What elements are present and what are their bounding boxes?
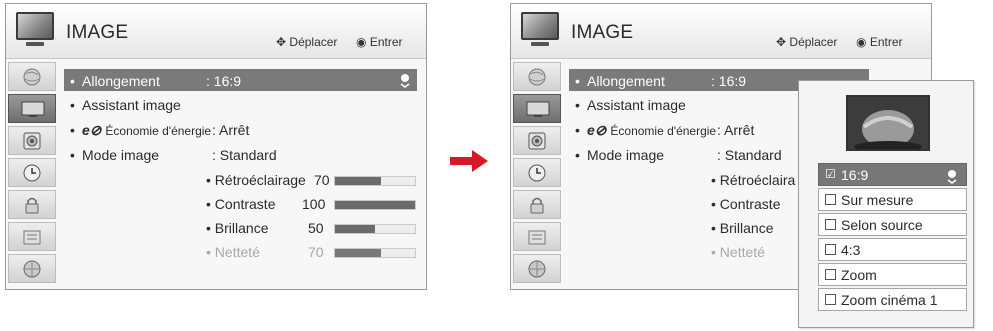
checkbox-icon bbox=[825, 194, 836, 205]
sidebar-item-picture[interactable] bbox=[8, 94, 56, 123]
contrast-label: • Contraste bbox=[206, 196, 276, 212]
contrast-label: • Contraste bbox=[711, 196, 781, 212]
network-icon bbox=[23, 260, 41, 278]
globe-icon bbox=[23, 68, 41, 86]
enter-hint: ◉ Entrer bbox=[356, 35, 403, 49]
four-way-arrow-icon: ✥ bbox=[776, 35, 787, 49]
checkbox-icon bbox=[825, 269, 836, 280]
sidebar-item-audio[interactable] bbox=[8, 126, 56, 155]
checkbox-icon bbox=[825, 219, 836, 230]
picture-menu-before: IMAGE ✥ Déplacer ◉ Entrer • Allongement … bbox=[5, 3, 427, 290]
tv-picture-icon bbox=[16, 12, 54, 52]
menu-title: IMAGE bbox=[571, 22, 634, 43]
globe-icon bbox=[528, 68, 546, 86]
sharpness-slider[interactable] bbox=[334, 248, 416, 258]
backlight-label: • Rétroéclaira bbox=[711, 172, 796, 188]
sharpness-label: • Netteté bbox=[206, 244, 260, 260]
up-down-scroll-icon bbox=[947, 170, 957, 184]
sharpness-value: 70 bbox=[308, 244, 324, 260]
option-16-9[interactable]: ☑ 16:9 bbox=[818, 163, 967, 186]
sidebar-item-time[interactable] bbox=[8, 158, 56, 187]
sidebar-item-setup[interactable] bbox=[8, 62, 56, 91]
setting-aspect-ratio[interactable]: • Allongement : 16:9 bbox=[64, 69, 417, 91]
sidebar-item-picture[interactable] bbox=[513, 94, 561, 123]
option-zoom[interactable]: Zoom bbox=[818, 263, 967, 286]
option-4-3[interactable]: 4:3 bbox=[818, 238, 967, 261]
contrast-slider[interactable] bbox=[334, 200, 416, 210]
screen-icon bbox=[526, 101, 550, 117]
enter-button-icon: ◉ bbox=[356, 35, 367, 49]
clock-icon bbox=[528, 164, 546, 182]
options-icon bbox=[528, 230, 546, 245]
backlight-label: • Rétroéclairage bbox=[206, 172, 306, 188]
menu-title: IMAGE bbox=[66, 22, 129, 43]
category-sidebar bbox=[513, 62, 561, 286]
move-hint: ✥ Déplacer bbox=[276, 35, 338, 49]
checkbox-icon bbox=[825, 294, 836, 305]
clock-icon bbox=[23, 164, 41, 182]
eco-icon: e⊘ bbox=[587, 122, 611, 138]
screen-icon bbox=[21, 101, 45, 117]
brightness-value: 50 bbox=[308, 220, 324, 236]
aspect-preview-image bbox=[846, 95, 930, 153]
enter-hint: ◉ Entrer bbox=[856, 35, 903, 49]
checked-checkbox-icon: ☑ bbox=[825, 167, 836, 181]
contrast-value: 100 bbox=[302, 196, 326, 212]
up-down-scroll-icon bbox=[400, 74, 410, 88]
enter-button-icon: ◉ bbox=[856, 35, 867, 49]
settings-list: • Allongement : 16:9 • Assistant image • e⊘… bbox=[64, 62, 426, 286]
sidebar-item-network[interactable] bbox=[8, 254, 56, 283]
sidebar-item-time[interactable] bbox=[513, 158, 561, 187]
sidebar-item-audio[interactable] bbox=[513, 126, 561, 155]
preview-ball-image bbox=[848, 97, 928, 153]
sidebar-item-option[interactable] bbox=[513, 222, 561, 251]
speaker-icon bbox=[528, 132, 546, 150]
move-hint: ✥ Déplacer bbox=[776, 35, 838, 49]
network-icon bbox=[528, 260, 546, 278]
speaker-icon bbox=[23, 132, 41, 150]
sidebar-item-network[interactable] bbox=[513, 254, 561, 283]
sidebar-item-option[interactable] bbox=[8, 222, 56, 251]
category-sidebar bbox=[8, 62, 56, 286]
brightness-label: • Brillance bbox=[711, 220, 774, 236]
options-icon bbox=[23, 230, 41, 245]
sidebar-item-setup[interactable] bbox=[513, 62, 561, 91]
tv-picture-icon bbox=[521, 12, 559, 52]
lock-icon bbox=[530, 197, 544, 214]
backlight-slider[interactable] bbox=[334, 176, 416, 186]
aspect-ratio-popup: ☑ 16:9 Sur mesure Selon source 4:3 Zoom … bbox=[798, 80, 974, 328]
option-zoom-cinema-1[interactable]: Zoom cinéma 1 bbox=[818, 288, 967, 311]
brightness-slider[interactable] bbox=[334, 224, 416, 234]
eco-icon: e⊘ bbox=[82, 122, 106, 138]
lock-icon bbox=[25, 197, 39, 214]
checkbox-icon bbox=[825, 244, 836, 255]
brightness-label: • Brillance bbox=[206, 220, 269, 236]
backlight-value: 70 bbox=[314, 172, 330, 188]
option-sur-mesure[interactable]: Sur mesure bbox=[818, 188, 967, 211]
menu-header: IMAGE ✥ Déplacer ◉ Entrer bbox=[6, 4, 426, 59]
option-selon-source[interactable]: Selon source bbox=[818, 213, 967, 236]
sidebar-item-lock[interactable] bbox=[8, 190, 56, 219]
sharpness-label: • Netteté bbox=[711, 244, 765, 260]
menu-header: IMAGE ✥ Déplacer ◉ Entrer bbox=[511, 4, 931, 59]
right-arrow-icon bbox=[450, 150, 488, 172]
four-way-arrow-icon: ✥ bbox=[276, 35, 287, 49]
sidebar-item-lock[interactable] bbox=[513, 190, 561, 219]
